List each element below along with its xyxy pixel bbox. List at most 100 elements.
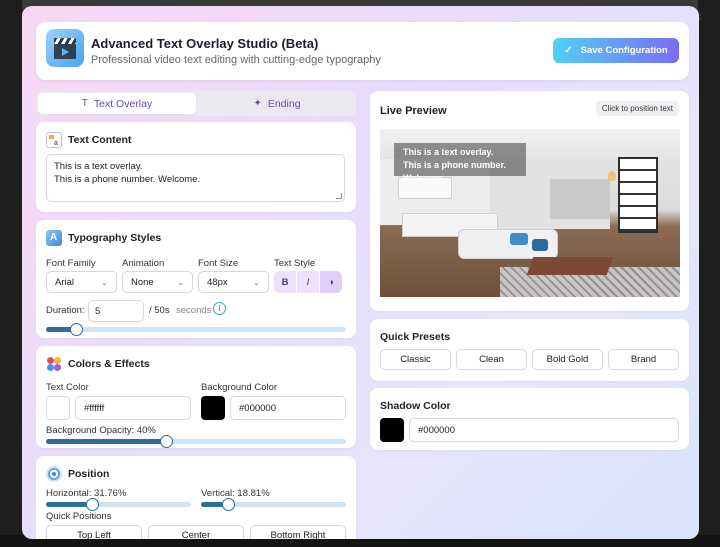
chevron-down-icon: ⌄	[253, 277, 260, 287]
presets-title: Quick Presets	[380, 331, 451, 343]
scene-pillow	[532, 239, 548, 251]
animation-label: Animation	[122, 258, 165, 269]
app-subtitle: Professional video text editing with cut…	[91, 54, 381, 66]
text-color-input[interactable]: #ffffff	[75, 396, 191, 420]
font-size-label: Font Size	[198, 258, 239, 269]
duration-slider-handle[interactable]	[70, 323, 83, 336]
tab-text-overlay[interactable]: T Text Overlay	[38, 93, 196, 114]
shadow-color-input[interactable]: #000000	[409, 418, 679, 442]
animation-select[interactable]: None ⌄	[122, 271, 193, 293]
font-family-label: Font Family	[46, 258, 96, 269]
quick-position-center[interactable]: Center	[148, 525, 244, 539]
chevron-down-icon: ⌄	[177, 277, 184, 287]
bg-opacity-slider-handle[interactable]	[160, 435, 173, 448]
typography-card: A Typography Styles Font Family Arial ⌄ …	[36, 220, 356, 338]
colors-title: Colors & Effects	[68, 358, 150, 370]
italic-button[interactable]: I	[297, 271, 320, 293]
colors-header: Colors & Effects	[46, 356, 150, 372]
sparkle-icon: ✦	[253, 98, 262, 109]
text-content-title: Text Content	[68, 134, 132, 146]
scene-pillow	[510, 233, 528, 245]
background-left	[0, 0, 22, 547]
text-content-textarea[interactable]: This is a text overlay. This is a phone …	[46, 154, 345, 202]
resize-handle[interactable]	[336, 193, 342, 199]
colors-effects-card: Colors & Effects Text Color #ffffff Back…	[36, 346, 356, 448]
text-content-card: a Text Content This is a text overlay. T…	[36, 122, 356, 212]
bg-color-label: Background Color	[201, 382, 278, 393]
save-configuration-label: Save Configuration	[580, 45, 668, 56]
preset-classic-button[interactable]: Classic	[380, 349, 451, 370]
position-header: Position	[46, 466, 109, 482]
app-title: Advanced Text Overlay Studio (Beta)	[91, 36, 319, 51]
animation-value: None	[131, 276, 154, 288]
bg-opacity-slider[interactable]	[46, 435, 346, 448]
shadow-color-card: Shadow Color #000000	[370, 388, 689, 450]
vertical-label: Vertical: 18.81%	[201, 488, 270, 499]
clapperboard-icon	[46, 29, 84, 67]
scene-lamp	[608, 171, 616, 181]
quick-position-bottom-right[interactable]: Bottom Right	[250, 525, 346, 539]
text-content-header: a Text Content	[46, 132, 131, 148]
typography-header: A Typography Styles	[46, 230, 161, 246]
text-style-group: B I ◑	[274, 271, 342, 293]
bg-opacity-slider-fill	[46, 439, 166, 444]
preset-brand-button[interactable]: Brand	[608, 349, 679, 370]
check-icon: ✓	[564, 45, 573, 56]
scene-stairs	[550, 179, 610, 219]
quick-positions-label: Quick Positions	[46, 511, 112, 522]
crosshair-icon	[46, 466, 62, 482]
video-preview[interactable]: This is a text overlay. This is a phone …	[380, 129, 680, 297]
scene-window	[618, 157, 658, 233]
preset-clean-button[interactable]: Clean	[456, 349, 527, 370]
palette-icon	[46, 356, 62, 372]
horizontal-slider[interactable]	[46, 498, 191, 511]
chevron-down-icon: ⌄	[101, 277, 108, 287]
duration-total: / 50s	[149, 305, 170, 316]
horizontal-label: Horizontal: 31.76%	[46, 488, 127, 499]
duration-slider[interactable]	[46, 323, 346, 336]
bg-color-input[interactable]: #000000	[230, 396, 346, 420]
preset-bold-gold-button[interactable]: Bold Gold	[532, 349, 603, 370]
horizontal-slider-handle[interactable]	[86, 498, 100, 511]
text-color-swatch[interactable]	[46, 396, 70, 420]
text-icon: T	[81, 98, 88, 109]
tab-text-overlay-label: Text Overlay	[93, 97, 153, 110]
tab-bar: T Text Overlay ✦ Ending	[36, 91, 356, 116]
studio-modal: Advanced Text Overlay Studio (Beta) Prof…	[22, 6, 699, 539]
quick-position-top-left[interactable]: Top Left	[46, 525, 142, 539]
vertical-slider-handle[interactable]	[222, 498, 236, 511]
save-configuration-button[interactable]: ✓ Save Configuration	[553, 38, 679, 63]
font-family-select[interactable]: Arial ⌄	[46, 271, 117, 293]
font-family-value: Arial	[55, 276, 75, 288]
duration-unit: seconds	[176, 305, 212, 316]
quick-presets-card: Quick Presets Classic Clean Bold Gold Br…	[370, 319, 689, 381]
bold-button[interactable]: B	[274, 271, 297, 293]
font-size-select[interactable]: 48px ⌄	[198, 271, 269, 293]
live-preview-card: Live Preview Click to position text This…	[370, 91, 689, 311]
position-title: Position	[68, 468, 110, 480]
preview-title: Live Preview	[380, 105, 447, 117]
shadow-button[interactable]: ◑	[320, 271, 342, 293]
tab-ending-label: Ending	[267, 97, 301, 110]
duration-input[interactable]: 5	[88, 300, 144, 322]
text-style-label: Text Style	[274, 258, 316, 269]
text-color-label: Text Color	[46, 382, 89, 393]
bg-opacity-label: Background Opacity: 40%	[46, 425, 156, 436]
preview-hint: Click to position text	[595, 101, 679, 116]
text-overlay-preview[interactable]: This is a text overlay. This is a phone …	[394, 143, 526, 183]
header: Advanced Text Overlay Studio (Beta) Prof…	[36, 22, 689, 80]
background-right	[698, 0, 720, 547]
shadow-title: Shadow Color	[380, 400, 451, 412]
scene-table	[526, 257, 614, 275]
font-size-value: 48px	[207, 276, 228, 288]
vertical-slider[interactable]	[201, 498, 346, 511]
info-icon[interactable]: i	[213, 302, 226, 315]
bg-color-swatch[interactable]	[201, 396, 225, 420]
shadow-color-swatch[interactable]	[380, 418, 404, 442]
position-card: Position Horizontal: 31.76% Vertical: 18…	[36, 456, 356, 539]
duration-label: Duration:	[46, 305, 85, 316]
tab-ending[interactable]: ✦ Ending	[198, 91, 356, 116]
typography-title: Typography Styles	[68, 232, 162, 244]
font-a-icon: A	[46, 230, 62, 246]
text-box-icon: a	[46, 132, 62, 148]
